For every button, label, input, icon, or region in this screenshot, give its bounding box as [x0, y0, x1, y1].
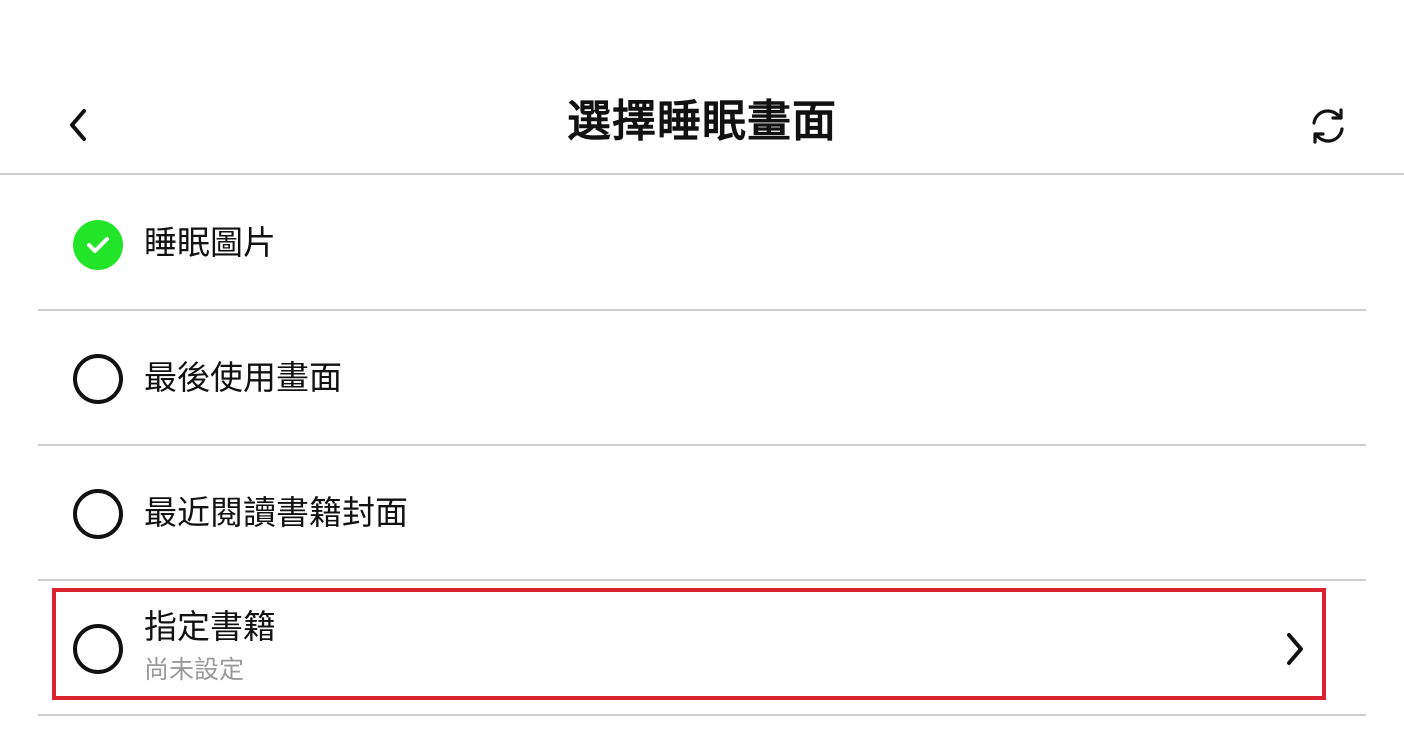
- option-sublabel: 尚未設定: [144, 655, 245, 684]
- radio-empty-icon: [73, 354, 123, 404]
- top-app-bar: 選擇睡眠畫面: [0, 0, 1404, 175]
- option-specific-book[interactable]: 指定書籍 尚未設定: [38, 581, 1366, 716]
- radio-empty-icon: [73, 489, 123, 539]
- option-label: 最近閱讀書籍封面: [144, 493, 408, 532]
- refresh-button[interactable]: [1298, 96, 1358, 156]
- option-label: 睡眠圖片: [144, 223, 276, 262]
- radio-empty-icon: [73, 624, 123, 674]
- option-recent-book-cover[interactable]: 最近閱讀書籍封面: [38, 446, 1366, 581]
- option-label: 最後使用畫面: [144, 358, 342, 397]
- checkmark-icon: [87, 237, 109, 253]
- refresh-icon: [1312, 108, 1344, 144]
- option-label: 指定書籍: [144, 607, 276, 646]
- option-last-used-screen[interactable]: 最後使用畫面: [38, 311, 1366, 446]
- page-title: 選擇睡眠畫面: [567, 96, 837, 147]
- chevron-right-icon: [1278, 624, 1312, 674]
- check-circle-icon: [73, 220, 123, 270]
- option-sleep-image[interactable]: 睡眠圖片: [38, 175, 1366, 311]
